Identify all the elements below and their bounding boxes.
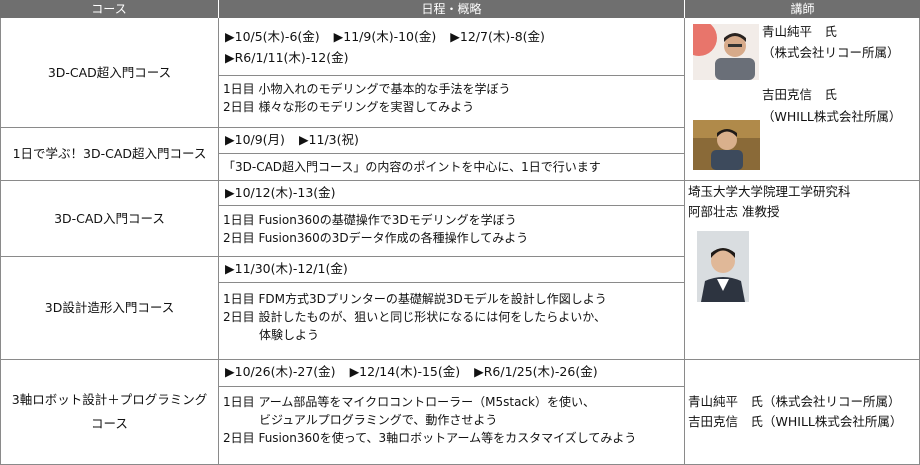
- schedule-description: 1日目 FDM方式3Dプリンターの基礎解説3Dモデルを設計し作図しよう 2日目 …: [219, 290, 684, 344]
- date-item: ▶12/14(木)-15(金): [349, 364, 461, 379]
- date-item: ▶10/26(木)-27(金): [225, 364, 336, 379]
- schedule-dates: ▶10/12(木)-13(金): [219, 182, 684, 203]
- desc-line: 1日目 アーム部品等をマイクロコントローラー（M5stack）を使い、: [223, 395, 595, 409]
- instructor-photo: [697, 231, 749, 302]
- instructor-affiliation: （WHILL株式会社所属）: [762, 109, 902, 124]
- desc-line: 2日目 Fusion360の3Dデータ作成の各種操作してみよう: [223, 231, 529, 245]
- header-schedule: 日程・概略: [219, 0, 684, 18]
- course-name: 3D設計造形入門コース: [1, 257, 218, 359]
- schedule-dates: ▶10/26(木)-27(金) ▶12/14(木)-15(金) ▶R6/1/25(木…: [219, 361, 684, 382]
- date-item: ▶R6/1/11(木)-12(金): [225, 50, 349, 65]
- date-item: ▶10/5(木)-6(金): [225, 29, 320, 44]
- date-item: ▶11/3(祝): [298, 132, 359, 147]
- desc-line: 2日目 様々な形のモデリングを実習してみよう: [223, 100, 475, 114]
- header-course: コース: [0, 0, 218, 18]
- desc-line: 2日目 設計したものが、狙いと同じ形状になるには何をしたらよいか、: [223, 310, 606, 324]
- course-name: 1日で学ぶ！3D-CAD超入門コース: [1, 128, 218, 180]
- desc-line: 1日目 小物入れのモデリングで基本的な手法を学ぼう: [223, 82, 511, 96]
- desc-line: 2日目 Fusion360を使って、3軸ロボットアーム等をカスタマイズしてみよう: [223, 431, 637, 445]
- date-item: ▶10/12(木)-13(金): [225, 185, 336, 200]
- schedule-dates: ▶10/5(木)-6(金) ▶11/9(木)-10(金) ▶12/7(木)-8(金)…: [219, 26, 684, 68]
- instructor-line: 青山純平 氏（株式会社リコー所属）: [688, 394, 901, 409]
- desc-line: ビジュアルプログラミングで、動作させよう: [223, 413, 498, 427]
- date-item: ▶10/9(月): [225, 132, 285, 147]
- date-item: ▶11/30(木)-12/1(金): [225, 261, 348, 276]
- instructor-affiliation: （株式会社リコー所属）: [762, 45, 900, 60]
- instructor-photo: [693, 120, 760, 170]
- schedule-description: 1日目 小物入れのモデリングで基本的な手法を学ぼう 2日目 様々な形のモデリング…: [219, 80, 684, 116]
- course-name: 3D-CAD超入門コース: [1, 19, 218, 127]
- instructor-name: 青山純平 氏: [762, 24, 838, 39]
- schedule-dates: ▶11/30(木)-12/1(金): [219, 258, 684, 279]
- desc-line: 1日目 Fusion360の基礎操作で3Dモデリングを学ぼう: [223, 213, 517, 227]
- date-item: ▶12/7(木)-8(金): [450, 29, 545, 44]
- schedule-description: 「3D-CAD超入門コース」の内容のポイントを中心に、1日で行います: [219, 158, 684, 176]
- header-instructor: 講師: [685, 0, 920, 18]
- course-label: 3軸ロボット設計＋プログラミング: [11, 392, 208, 407]
- desc-line: 体験しよう: [223, 328, 320, 342]
- course-label: 3D設計造形入門コース: [44, 300, 175, 315]
- instructor-name: 吉田克信 氏: [762, 87, 838, 102]
- course-name: 3軸ロボット設計＋プログラミング コース: [1, 360, 218, 464]
- instructor-name: 阿部壮志 准教授: [688, 204, 780, 219]
- course-label: 3D-CAD入門コース: [54, 210, 165, 226]
- desc-line: 1日目 FDM方式3Dプリンターの基礎解説3Dモデルを設計し作図しよう: [223, 292, 607, 306]
- desc-line: 「3D-CAD超入門コース」の内容のポイントを中心に、1日で行います: [223, 160, 601, 174]
- date-item: ▶11/9(木)-10(金): [333, 29, 437, 44]
- instructor-photo: [693, 24, 759, 80]
- schedule-description: 1日目 Fusion360の基礎操作で3Dモデリングを学ぼう 2日目 Fusio…: [219, 211, 684, 247]
- instructor-line: 吉田克信 氏（WHILL株式会社所属）: [688, 414, 903, 429]
- instructor-affiliation: 埼玉大学大学院理工学研究科: [688, 184, 851, 199]
- course-label: コース: [91, 416, 128, 431]
- schedule-dates: ▶10/9(月) ▶11/3(祝): [219, 129, 684, 150]
- course-name: 3D-CAD入門コース: [1, 181, 218, 256]
- schedule-description: 1日目 アーム部品等をマイクロコントローラー（M5stack）を使い、 ビジュア…: [219, 393, 684, 447]
- course-label: 1日で学ぶ！3D-CAD超入門コース: [12, 146, 207, 161]
- course-label: 3D-CAD超入門コース: [47, 65, 172, 80]
- date-item: ▶R6/1/25(木)-26(金): [474, 364, 598, 379]
